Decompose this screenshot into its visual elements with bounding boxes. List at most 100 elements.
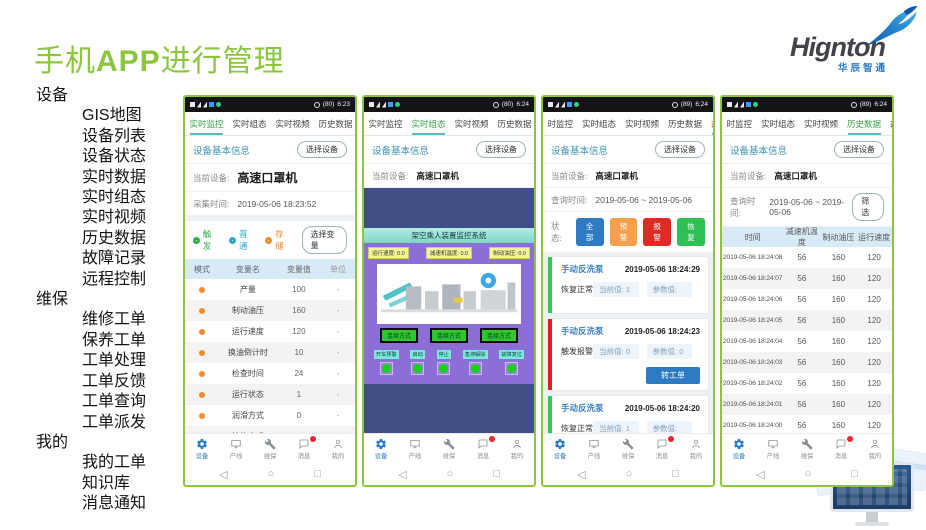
back-button[interactable]: ◁ xyxy=(577,468,585,481)
nav-item-messages[interactable]: 消息 xyxy=(645,438,679,460)
control-lamp[interactable]: 停止 xyxy=(437,350,451,375)
select-device-button[interactable]: 选择设备 xyxy=(834,141,884,158)
back-button[interactable]: ◁ xyxy=(398,468,406,481)
lamp-button[interactable] xyxy=(469,362,482,375)
history-row[interactable]: 2019-05-06 18:24:07 56 160 120 xyxy=(722,268,892,289)
recent-button[interactable]: □ xyxy=(672,468,679,480)
history-row[interactable]: 2019-05-06 18:24:02 56 160 120 xyxy=(722,373,892,394)
home-button[interactable]: ○ xyxy=(626,468,633,480)
nav-item-device[interactable]: 设备 xyxy=(364,438,398,460)
select-device-button[interactable]: 选择设备 xyxy=(655,141,705,158)
tab-realtime-monitor[interactable]: 实时监控 xyxy=(185,112,228,135)
tab-realtime-video[interactable]: 实时视频 xyxy=(271,112,314,135)
recent-button[interactable]: □ xyxy=(851,468,858,480)
lamp-button[interactable] xyxy=(437,362,450,375)
variable-row[interactable]: 检修方式 0 - xyxy=(185,426,355,433)
nav-item-device[interactable]: 设备 xyxy=(543,438,577,460)
fault-card[interactable]: 手动反洗泵 2019-05-06 18:24:20 恢复正常 当前值: 1 参数… xyxy=(548,396,708,433)
tab-history-data[interactable]: 历史数据 xyxy=(314,112,355,135)
tab-realtime-monitor[interactable]: 时监控 xyxy=(543,112,578,135)
variable-row[interactable]: 产量 100 - xyxy=(185,279,355,300)
nav-item-line[interactable]: 产线 xyxy=(577,438,611,460)
tab-realtime-config[interactable]: 实时组态 xyxy=(578,112,621,135)
nav-item-line[interactable]: 产线 xyxy=(756,438,790,460)
nav-item-line[interactable]: 产线 xyxy=(219,438,253,460)
control-lamp[interactable]: 急停解除 xyxy=(463,350,488,375)
tab-history-data[interactable]: 历史数据 xyxy=(843,112,886,135)
tab-realtime-video[interactable]: 实时视频 xyxy=(800,112,843,135)
home-button[interactable]: ○ xyxy=(805,468,812,480)
lamp-button[interactable] xyxy=(380,362,393,375)
nav-item-maintenance[interactable]: 维保 xyxy=(432,438,466,460)
variable-row[interactable]: 检查时间 24 - xyxy=(185,363,355,384)
recent-button[interactable]: □ xyxy=(493,468,500,480)
nav-item-maintenance[interactable]: 维保 xyxy=(253,438,287,460)
nav-item-messages[interactable]: 消息 xyxy=(824,438,858,460)
control-lamp[interactable]: 启动 xyxy=(410,350,424,375)
query-time-row[interactable]: 查询时间: 2019-05-06 ~ 2019-05-06 xyxy=(543,188,713,212)
nav-item-device[interactable]: 设备 xyxy=(185,438,219,460)
tab-realtime-video[interactable]: 实时视频 xyxy=(621,112,664,135)
legend-store[interactable]: 存储 xyxy=(265,228,288,252)
home-button[interactable]: ○ xyxy=(447,468,454,480)
fault-card[interactable]: 手动反洗泵 2019-05-06 18:24:23 触发报警 当前值: 0 参数… xyxy=(548,319,708,390)
tab-history-data[interactable]: 历史数据 xyxy=(664,112,707,135)
tab-fault-record[interactable]: 故障记录 xyxy=(707,112,713,135)
select-device-button[interactable]: 选择设备 xyxy=(476,141,526,158)
lamp-button[interactable] xyxy=(411,362,424,375)
back-button[interactable]: ◁ xyxy=(756,468,764,481)
tab-realtime-config[interactable]: 实时组态 xyxy=(407,112,450,135)
history-row[interactable]: 2019-05-06 18:24:00 56 160 120 xyxy=(722,415,892,433)
state-filter-button[interactable]: 报警 xyxy=(643,218,671,246)
recent-button[interactable]: □ xyxy=(314,468,321,480)
variable-row[interactable]: 换油倒计时 10 - xyxy=(185,342,355,363)
history-row[interactable]: 2019-05-06 18:24:05 56 160 120 xyxy=(722,310,892,331)
history-row[interactable]: 2019-05-06 18:24:04 56 160 120 xyxy=(722,331,892,352)
tab-realtime-config[interactable]: 实时组态 xyxy=(228,112,271,135)
lamp-button[interactable] xyxy=(505,362,518,375)
nav-item-messages[interactable]: 消息 xyxy=(287,438,321,460)
home-button[interactable]: ○ xyxy=(268,468,275,480)
tab-fault-record[interactable]: 故障记录 xyxy=(886,112,892,135)
legend-normal[interactable]: 普通 xyxy=(229,228,252,252)
tab-history-data[interactable]: 历史数据 xyxy=(493,112,534,135)
variable-row[interactable]: 运行状态 1 - xyxy=(185,384,355,405)
variable-row[interactable]: 润滑方式 0 - xyxy=(185,405,355,426)
nav-item-line[interactable]: 产线 xyxy=(398,438,432,460)
history-row[interactable]: 2019-05-06 18:24:06 56 160 120 xyxy=(722,289,892,310)
nav-item-maintenance[interactable]: 维保 xyxy=(790,438,824,460)
nav-item-maintenance[interactable]: 维保 xyxy=(611,438,645,460)
tab-realtime-video[interactable]: 实时视频 xyxy=(450,112,493,135)
history-row[interactable]: 2019-05-06 18:24:03 56 160 120 xyxy=(722,352,892,373)
back-button[interactable]: ◁ xyxy=(219,468,227,481)
state-filter-button[interactable]: 恢复 xyxy=(677,218,705,246)
mode-button[interactable]: 连续方式 xyxy=(430,328,468,343)
to-workorder-button[interactable]: 转工单 xyxy=(646,367,700,384)
tab-bar: 时监控 实时组态 实时视频 历史数据 故障记录 远程控制 xyxy=(543,112,713,136)
mode-button[interactable]: 连续方式 xyxy=(480,328,518,343)
variable-row[interactable]: 运行速度 120 - xyxy=(185,321,355,342)
nav-item-device[interactable]: 设备 xyxy=(722,438,756,460)
nav-item-mine[interactable]: 我的 xyxy=(500,438,534,460)
tab-realtime-monitor[interactable]: 实时监控 xyxy=(364,112,407,135)
history-row[interactable]: 2019-05-06 18:24:01 56 160 120 xyxy=(722,394,892,415)
legend-trigger[interactable]: 触发 xyxy=(193,228,216,252)
nav-item-mine[interactable]: 我的 xyxy=(679,438,713,460)
select-device-button[interactable]: 选择设备 xyxy=(297,141,347,158)
history-row[interactable]: 2019-05-06 18:24:08 56 160 120 xyxy=(722,247,892,268)
nav-item-mine[interactable]: 我的 xyxy=(858,438,892,460)
query-time-row[interactable]: 查询时间: 2019-05-06 ~ 2019-05-06 筛选 xyxy=(722,188,892,227)
fault-card[interactable]: 手动反洗泵 2019-05-06 18:24:29 恢复正常 当前值: 1 参数… xyxy=(548,257,708,313)
select-variable-button[interactable]: 选择变量 xyxy=(302,226,347,254)
nav-item-mine[interactable]: 我的 xyxy=(321,438,355,460)
mode-button[interactable]: 连续方式 xyxy=(380,328,418,343)
state-filter-button[interactable]: 全部 xyxy=(576,218,604,246)
tab-realtime-config[interactable]: 实时组态 xyxy=(757,112,800,135)
control-lamp[interactable]: 故障复位 xyxy=(499,350,524,375)
filter-button[interactable]: 筛选 xyxy=(852,193,884,221)
variable-row[interactable]: 制动油压 160 - xyxy=(185,300,355,321)
nav-item-messages[interactable]: 消息 xyxy=(466,438,500,460)
state-filter-button[interactable]: 预警 xyxy=(610,218,638,246)
control-lamp[interactable]: 开车预警 xyxy=(374,350,399,375)
tab-realtime-monitor[interactable]: 时监控 xyxy=(722,112,757,135)
